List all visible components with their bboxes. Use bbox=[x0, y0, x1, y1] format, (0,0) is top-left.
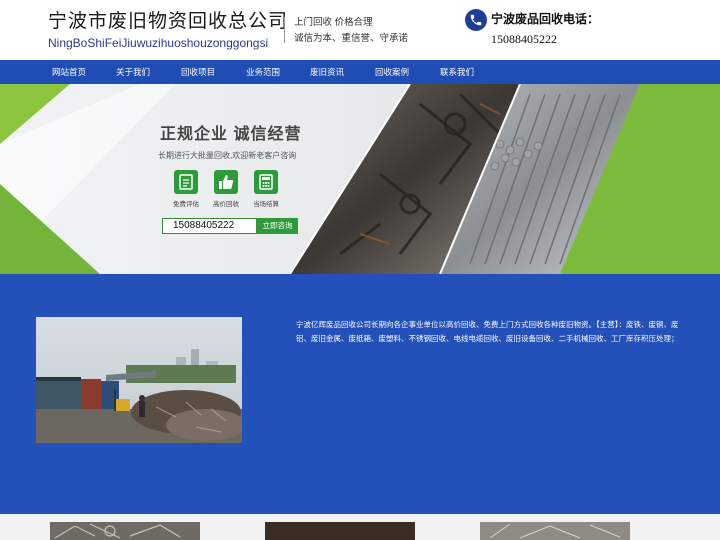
feature-free-evaluation: 免费评估 bbox=[166, 170, 206, 208]
nav-item-home[interactable]: 网站首页 bbox=[40, 60, 98, 84]
feature-instant-settlement: 当场结算 bbox=[246, 170, 286, 208]
thumbs-up-icon bbox=[214, 170, 238, 194]
consult-now-button[interactable]: 立即咨询 bbox=[257, 218, 298, 234]
about-section: 宁波亿辉废品回收公司长期向各企事业单位以高价回收、免费上门方式回收各种废旧物资。… bbox=[0, 274, 720, 514]
banner-subheading: 长期进行大批量回收,欢迎新老客户咨询 bbox=[158, 151, 297, 160]
header-slogans: 上门回收 价格合理 诚信为本、重信誉、守承诺 bbox=[294, 15, 408, 47]
phone-icon bbox=[465, 9, 487, 31]
case-thumbnails-strip bbox=[0, 514, 720, 540]
main-nav: 网站首页 关于我们 回收项目 业务范围 废旧资讯 回收案例 联系我们 bbox=[0, 60, 720, 84]
clipboard-icon bbox=[174, 170, 198, 194]
feature-label: 高价回收 bbox=[213, 201, 239, 208]
banner-heading: 正规企业 诚信经营 bbox=[160, 126, 302, 143]
case-thumbnail-2[interactable] bbox=[265, 522, 415, 540]
consult-form: 15088405222 立即咨询 bbox=[162, 218, 298, 234]
case-thumbnail-1[interactable] bbox=[50, 522, 200, 540]
slogan-line-2: 诚信为本、重信誉、守承诺 bbox=[294, 33, 409, 44]
company-pinyin: NingBoShiFeiJiuwuzihuoshouzonggongsi bbox=[48, 36, 269, 50]
nav-item-projects[interactable]: 回收项目 bbox=[169, 60, 227, 84]
hotline-label: 宁波废品回收电话： bbox=[491, 12, 600, 26]
feature-label: 免费评估 bbox=[173, 201, 199, 208]
company-name: 宁波市废旧物资回收总公司 bbox=[48, 11, 289, 32]
site-header: 宁波市废旧物资回收总公司 NingBoShiFeiJiuwuzihuoshouz… bbox=[0, 0, 720, 60]
calculator-icon bbox=[254, 170, 278, 194]
hotline-number: 15088405222 bbox=[491, 32, 557, 46]
about-description: 宁波亿辉废品回收公司长期向各企事业单位以高价回收、免费上门方式回收各种废旧物资。… bbox=[296, 320, 679, 343]
nav-item-scope[interactable]: 业务范围 bbox=[234, 60, 292, 84]
feature-label: 当场结算 bbox=[253, 201, 279, 208]
slogan-line-1: 上门回收 价格合理 bbox=[294, 17, 373, 28]
nav-item-cases[interactable]: 回收案例 bbox=[363, 60, 421, 84]
banner-background bbox=[0, 84, 720, 274]
nav-item-contact[interactable]: 联系我们 bbox=[428, 60, 486, 84]
feature-high-price: 高价回收 bbox=[206, 170, 246, 208]
case-thumbnail-3[interactable] bbox=[480, 522, 630, 540]
hero-banner: 正规企业 诚信经营 长期进行大批量回收,欢迎新老客户咨询 免费评估 高价回收 当… bbox=[0, 84, 720, 274]
nav-item-news[interactable]: 废旧资讯 bbox=[298, 60, 356, 84]
header-divider bbox=[284, 17, 285, 43]
phone-display-field[interactable]: 15088405222 bbox=[162, 218, 257, 234]
brand-block[interactable]: 宁波市废旧物资回收总公司 NingBoShiFeiJiuwuzihuoshouz… bbox=[48, 10, 288, 51]
nav-item-about[interactable]: 关于我们 bbox=[104, 60, 162, 84]
recycling-yard-photo bbox=[36, 317, 242, 443]
